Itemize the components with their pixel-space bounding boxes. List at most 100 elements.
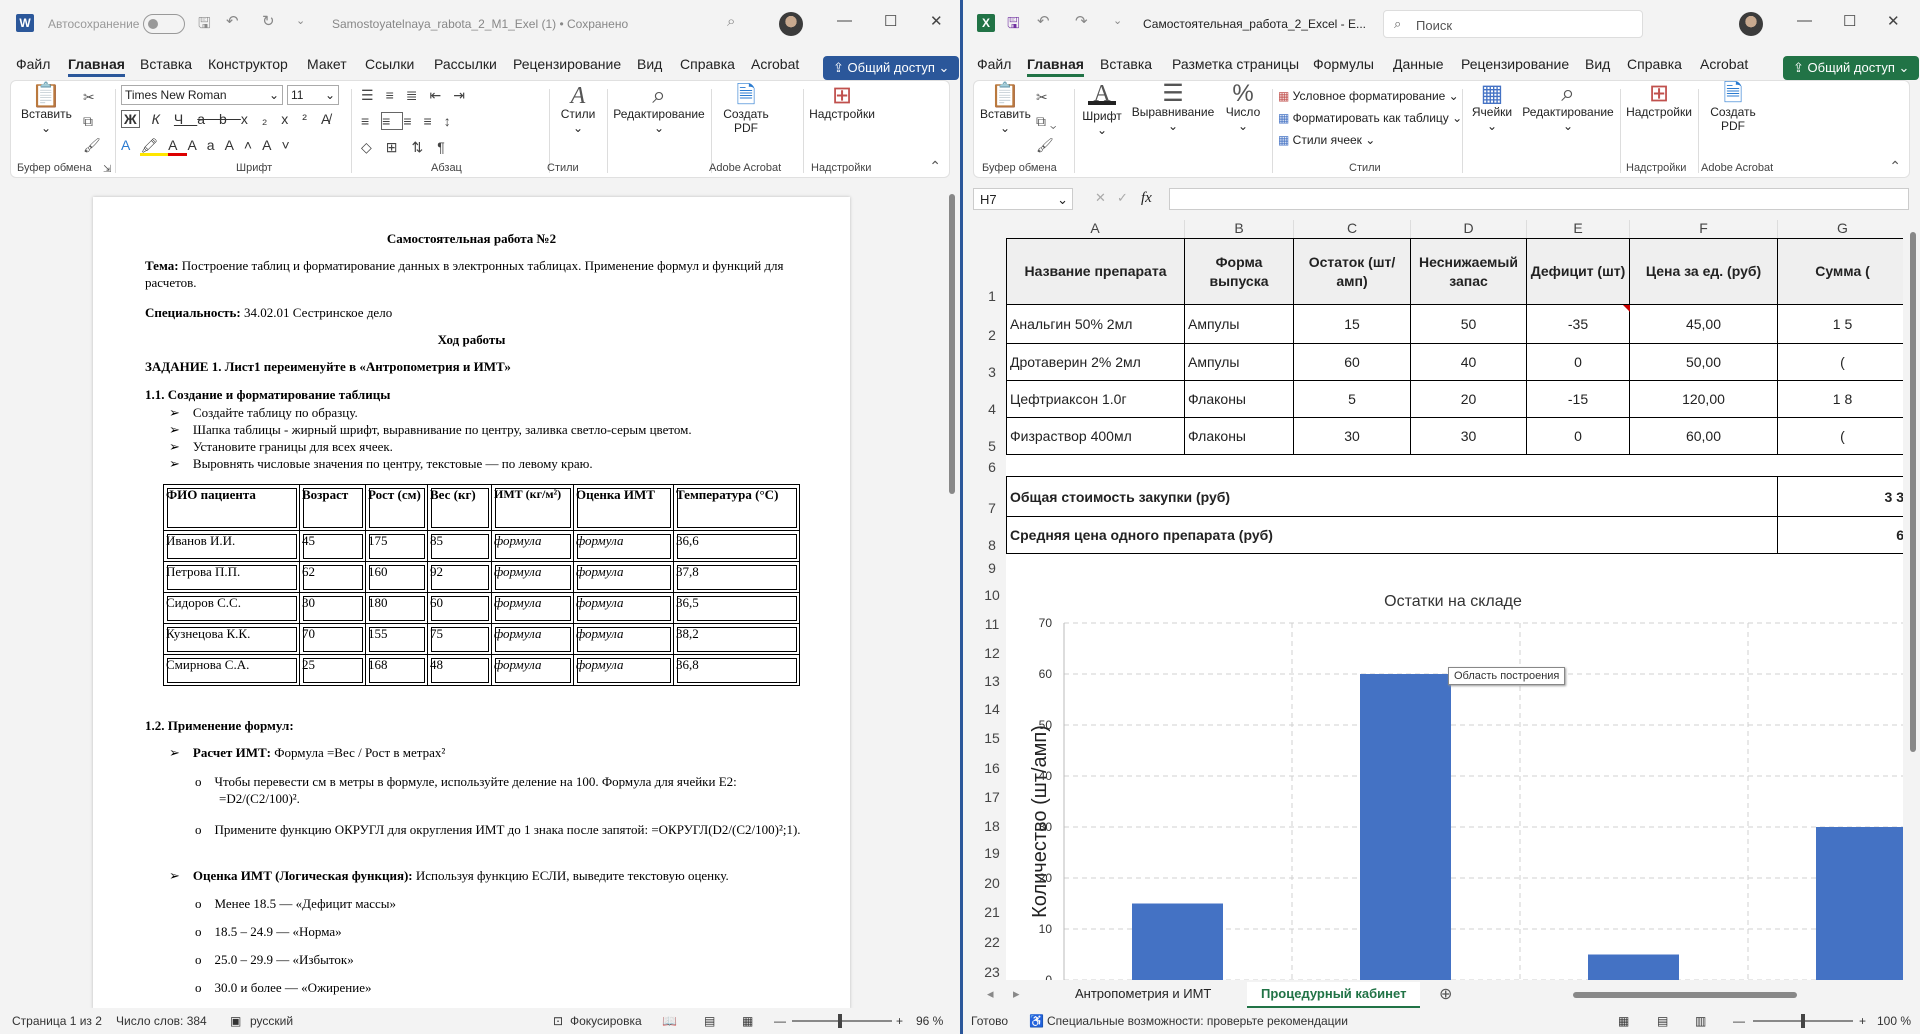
paste-button[interactable]: 📋 Вставить ⌄ [21,84,72,136]
bullets-icon[interactable]: ☰ [361,87,386,103]
sort-icon[interactable]: ⇅ [412,139,438,155]
column-header[interactable]: E [1527,220,1630,238]
tab-mailings[interactable]: Рассылки [434,56,497,72]
customize-qat-icon[interactable]: ⌄ [296,14,305,27]
editing-button[interactable]: ⌕ Редактирование ⌄ [611,84,707,136]
table-header[interactable]: Название препарата [1006,238,1185,305]
column-header[interactable]: B [1185,220,1294,238]
row-header[interactable]: 12 [978,633,1006,662]
row-header[interactable]: 14 [978,690,1006,718]
row-header[interactable]: 7 [978,476,1006,517]
word-count[interactable]: Число слов: 384 [116,1014,207,1028]
horizontal-scrollbar[interactable] [1559,991,1905,999]
addins-button[interactable]: ⊞ Надстройки [1624,82,1694,120]
save-icon[interactable]: 🖫 [198,13,211,38]
accessibility-icon[interactable]: ♿ [1029,1014,1044,1028]
grow-font-icon[interactable]: A˄ [225,137,263,153]
minimize-icon[interactable]: — [1797,12,1812,29]
total-value[interactable]: 3 3 [1778,476,1903,517]
tab-design[interactable]: Конструктор [208,56,288,72]
search-icon[interactable]: ⌕ [727,13,735,30]
cut-icon[interactable]: ✂ [83,89,95,106]
total-label[interactable]: Общая стоимость закупки (руб) [1006,476,1778,517]
zoom-in-icon[interactable]: + [1859,1014,1866,1028]
copy-icon[interactable]: ⧉ [83,113,93,130]
highlight-icon[interactable]: 🖍 [140,137,169,156]
table-cell[interactable]: Ампулы [1185,305,1294,344]
table-header[interactable]: Сумма ( [1778,238,1903,305]
font-size-select[interactable]: 11 ⌄ [287,85,339,105]
language[interactable]: русский [250,1014,293,1028]
table-header[interactable]: Неснижаемый запас [1411,238,1527,305]
search-box[interactable]: ⌕ Поиск [1383,10,1643,38]
row-header[interactable]: 3 [978,344,1006,381]
average-value[interactable]: 6 [1778,517,1903,554]
table-cell[interactable]: Ампулы [1185,344,1294,381]
dialog-launcher-icon[interactable]: ⇲ [103,164,111,175]
customize-qat-icon[interactable]: ⌄ [1113,14,1122,27]
format-painter-icon[interactable]: 🖌 [83,137,101,154]
table-cell[interactable]: Дротаверин 2% 2мл [1006,344,1185,381]
multilevel-icon[interactable]: ≣ [406,87,430,103]
table-cell[interactable]: Анальгин 50% 2мл [1006,305,1185,344]
format-painter-icon[interactable]: 🖌 [1036,137,1054,154]
table-cell[interactable]: ( [1778,418,1903,455]
zoom-slider[interactable] [792,1014,892,1028]
table-cell[interactable]: 0 [1527,344,1630,381]
addins-button[interactable]: ⊞ Надстройки [807,84,877,122]
row-header[interactable]: 11 [978,604,1006,633]
row-header[interactable]: 9 [978,554,1006,577]
avatar[interactable] [779,12,803,36]
create-pdf-button[interactable]: 🗎 Создать PDF [1702,82,1764,134]
tab-home[interactable]: Главная [1027,56,1084,77]
tab-file[interactable]: Файл [16,56,50,72]
shading-icon[interactable]: ◇ [361,139,386,155]
table-cell[interactable]: 30 [1294,418,1411,455]
stock-chart[interactable]: Остатки на складеКоличество (шт/амп)0102… [1006,577,1903,980]
zoom-level[interactable]: 100 % [1877,1014,1911,1028]
focus-mode[interactable]: Фокусировка [570,1014,642,1028]
align-center-icon[interactable]: ≡ [381,112,404,130]
align-right-icon[interactable]: ≡ [403,113,423,129]
bar[interactable] [1360,674,1451,980]
print-layout-icon[interactable]: ▤ [704,1014,715,1028]
copy-icon[interactable]: ⧉ ⌄ [1036,113,1057,130]
zoom-slider[interactable] [1753,1014,1853,1028]
tab-review[interactable]: Рецензирование [513,56,621,72]
zoom-level[interactable]: 96 % [916,1014,943,1028]
tab-page-layout[interactable]: Разметка страницы [1172,56,1299,72]
table-cell[interactable]: -15 [1527,381,1630,418]
table-cell[interactable]: 45,00 [1630,305,1778,344]
formula-bar[interactable] [1169,188,1909,210]
tab-help[interactable]: Справка [1627,56,1682,72]
spreadsheet-grid[interactable]: A B C D E F G 1 2 3 4 5 6 7 8 9 10 11 12 13 14 15 16 17 18 19 20 21… [978,220,1903,980]
autosave-toggle[interactable] [143,14,185,34]
create-pdf-button[interactable]: 🗎 Создать PDF [716,84,776,136]
change-case-icon[interactable]: Aa [187,137,224,153]
formula-cancel-icon[interactable]: ✕ [1095,190,1106,206]
tab-view[interactable]: Вид [637,56,662,72]
table-cell[interactable]: 50,00 [1630,344,1778,381]
table-cell[interactable]: 15 [1294,305,1411,344]
formula-enter-icon[interactable]: ✓ [1117,190,1128,206]
row-header[interactable]: 2 [978,305,1006,344]
zoom-out-icon[interactable]: — [1733,1014,1745,1028]
sheet-tab-anthropometry[interactable]: Антропометрия и ИМТ [1075,986,1211,1001]
format-as-table-button[interactable]: ▦ Форматировать как таблицу ⌄ [1278,111,1462,125]
tab-home[interactable]: Главная [68,56,125,77]
tab-review[interactable]: Рецензирование [1461,56,1569,72]
table-cell[interactable]: ( [1778,344,1903,381]
row-header[interactable]: 13 [978,662,1006,690]
tab-data[interactable]: Данные [1393,56,1444,72]
row-header[interactable]: 21 [978,892,1006,921]
italic-button[interactable]: К [152,111,174,127]
decrease-indent-icon[interactable]: ⇤ [429,87,453,103]
table-cell[interactable]: 60 [1294,344,1411,381]
maximize-icon[interactable]: ☐ [884,12,897,30]
web-layout-icon[interactable]: ▦ [742,1014,753,1028]
column-header[interactable]: F [1630,220,1778,238]
maximize-icon[interactable]: ☐ [1843,12,1856,30]
row-header[interactable]: 17 [978,777,1006,806]
table-header[interactable]: Остаток (шт/амп) [1294,238,1411,305]
table-cell[interactable]: 1 5 [1778,305,1903,344]
